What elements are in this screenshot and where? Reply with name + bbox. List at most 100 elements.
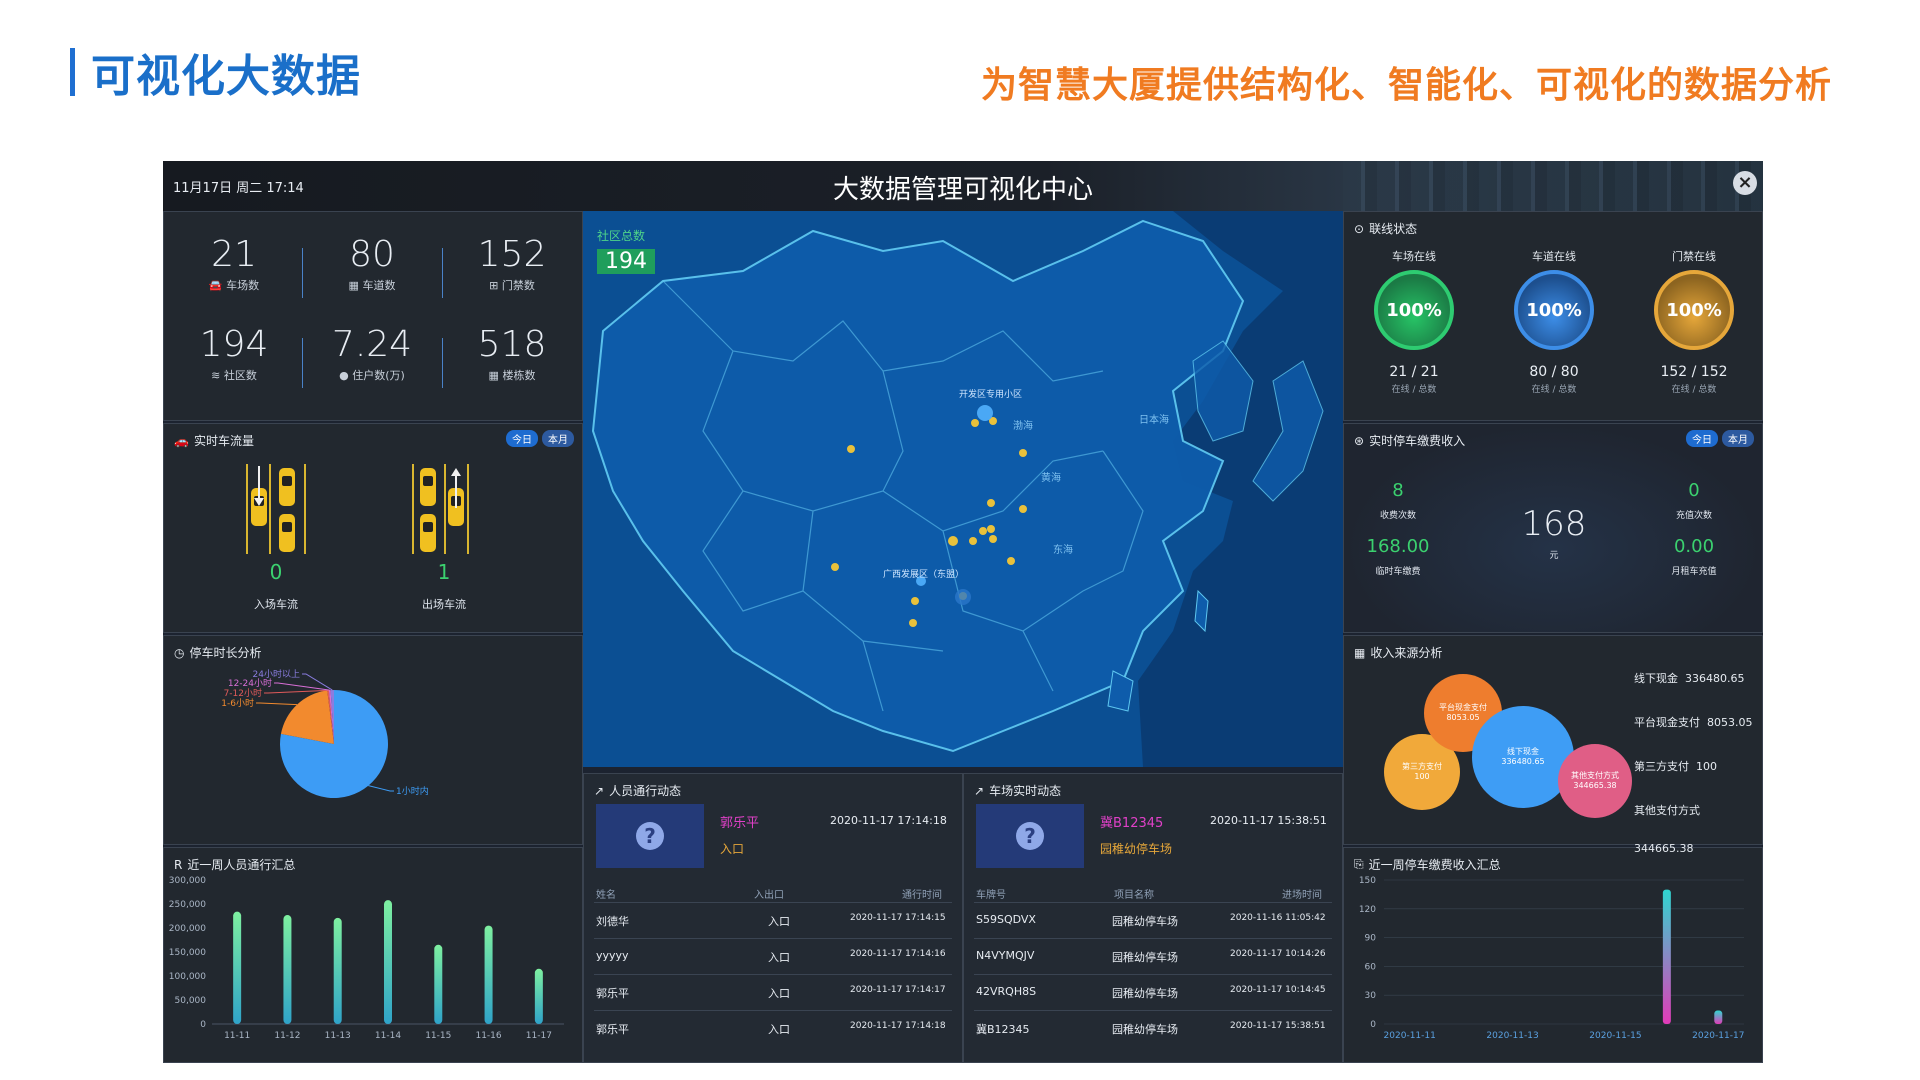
y-tick-label: 100,000 xyxy=(169,972,206,982)
gate-online-gauge: 100% xyxy=(1654,270,1734,350)
online-label: 车道在线 xyxy=(1532,250,1576,263)
column-header: 进场时间 xyxy=(1282,890,1322,901)
latest-plate: 冀B12345 xyxy=(1100,816,1164,831)
table-row[interactable]: 郭乐平 入口 2020-11-17 17:14:18 xyxy=(594,1010,952,1047)
recharge-count-value: 0 xyxy=(1688,480,1700,501)
community-total-badge: 194 xyxy=(597,249,655,274)
column-header: 车牌号 xyxy=(976,890,1006,901)
user-icon: ● xyxy=(339,369,349,382)
x-tick-label: 2020-11-11 xyxy=(1384,1031,1436,1041)
table-row[interactable]: 冀B12345 园稚幼停车场 2020-11-17 15:38:51 xyxy=(974,1010,1332,1047)
sea-label: 渤海 xyxy=(1013,421,1033,432)
bubble-offline-cash: 线下现金 336480.65 xyxy=(1472,706,1574,808)
selected-community-marker[interactable] xyxy=(977,405,993,421)
stat-label: 社区数 xyxy=(223,369,257,382)
bar xyxy=(1714,1010,1723,1024)
lot-online-gauge: 100% xyxy=(1374,270,1454,350)
income-legend-item: 平台现金支付 8053.05 xyxy=(1634,716,1753,729)
trend-icon: ↗ xyxy=(594,783,605,798)
china-map[interactable]: 社区总数 194 开发区专用小区 广西发展区（东盟） 渤海 黄海 东海 日本海 xyxy=(583,211,1343,767)
map-svg xyxy=(583,211,1343,767)
lane-line xyxy=(412,464,414,554)
top-bar: 11月17日 周二 17:14 大数据管理可视化中心 × xyxy=(163,161,1763,211)
panel-title-text: 收入来源分析 xyxy=(1370,646,1443,660)
sea-label: 黄海 xyxy=(1041,473,1061,484)
lane-line xyxy=(269,464,271,554)
table-row[interactable]: 刘德华 入口 2020-11-17 17:14:15 xyxy=(594,902,952,939)
panel-title: 🚗 实时车流量 xyxy=(174,432,254,449)
latest-car-time: 2020-11-17 15:38:51 xyxy=(1210,814,1327,827)
period-tabs: 今日 本月 xyxy=(1686,430,1754,447)
pie-label: 24小时以上 xyxy=(253,668,300,680)
bubble-value: 8053.05 xyxy=(1446,713,1480,722)
dashboard-title: 大数据管理可视化中心 xyxy=(832,175,1093,205)
bar xyxy=(1662,889,1671,1024)
bubble-other-payment: 其他支付方式 344665.38 xyxy=(1558,744,1632,818)
out-flow-value: 1 xyxy=(437,560,451,584)
week-people-bar-chart: 300,000 250,000 200,000 150,000 100,000 50,00… xyxy=(169,876,564,1041)
stat-value: 152 xyxy=(477,234,547,275)
bar xyxy=(233,911,242,1024)
stat-value: 7.24 xyxy=(331,324,413,365)
tab-month[interactable]: 本月 xyxy=(1722,430,1754,447)
dashboard: 11月17日 周二 17:14 大数据管理可视化中心 × 21 🚘 车场数 80… xyxy=(163,161,1763,1063)
pay-count-value: 8 xyxy=(1392,480,1404,501)
car-icon: 🚗 xyxy=(174,433,189,448)
y-tick-label: 50,000 xyxy=(175,996,207,1006)
building-icon: ▦ xyxy=(488,369,499,382)
tab-month[interactable]: 本月 xyxy=(542,430,574,447)
x-tick-label: 11-12 xyxy=(274,1031,300,1041)
divider xyxy=(442,338,443,388)
duration-pie-chart: 1小时内1-6小时7-12小时12-24小时24小时以上 xyxy=(221,668,429,798)
pie-leader-line xyxy=(302,673,333,691)
table-row[interactable]: N4VYMQJV 园稚幼停车场 2020-11-17 10:14:26 xyxy=(974,938,1332,975)
online-label: 车场在线 xyxy=(1392,250,1436,263)
sea-label: 日本海 xyxy=(1139,415,1169,426)
gate-icon: ⊞ xyxy=(489,279,499,292)
bubble-value: 344665.38 xyxy=(1573,781,1617,790)
stat-buildings: 518 ▦ 楼栋数 xyxy=(452,324,572,383)
stat-label: 门禁数 xyxy=(501,279,535,292)
divider xyxy=(302,248,303,298)
pie-leader-line xyxy=(274,682,330,691)
monthly-fee-value: 0.00 xyxy=(1673,536,1715,557)
divider xyxy=(302,338,303,388)
people-dynamic-panel: ↗ 人员通行动态 ? 郭乐平 入口 2020-11-17 17:14:18 姓名 … xyxy=(583,773,963,1063)
traffic-panel: 🚗 实时车流量 今日 本月 0 入场车流 1 出场车流 xyxy=(163,423,583,633)
y-tick-label: 60 xyxy=(1365,962,1377,972)
panel-title: ⊙ 联线状态 xyxy=(1354,220,1417,237)
income-legend-item: 第三方支付 100 xyxy=(1634,760,1717,773)
slide-subtitle: 为智慧大厦提供结构化、智能化、可视化的数据分析 xyxy=(980,65,1832,106)
latest-person-time: 2020-11-17 17:14:18 xyxy=(830,814,947,827)
panel-title-text: 实时停车缴费收入 xyxy=(1369,434,1466,448)
arrow-down-icon xyxy=(254,466,264,506)
bubble-label: 线下现金 xyxy=(1507,747,1539,757)
pie-leader-line xyxy=(256,702,298,706)
slide-title: 可视化大数据 xyxy=(70,46,361,102)
table-row[interactable]: S59SQDVX 园稚幼停车场 2020-11-16 11:05:42 xyxy=(974,902,1332,939)
online-sub: 在线 / 总数 xyxy=(1391,385,1437,395)
x-tick-label: 11-16 xyxy=(475,1031,501,1041)
bubble-label: 第三方支付 xyxy=(1402,762,1442,772)
link-icon: ⊙ xyxy=(1354,221,1365,236)
bar xyxy=(384,900,392,1024)
y-tick-label: 30 xyxy=(1365,991,1377,1001)
table-row[interactable]: yyyyy 入口 2020-11-17 17:14:16 xyxy=(594,938,952,975)
y-tick-label: 150 xyxy=(1359,876,1376,886)
stats-panel: 21 🚘 车场数 80 ▦ 车道数 152 ⊞ 门禁数 194 ≋ 社区数 7.… xyxy=(163,211,583,421)
unknown-user-icon: ? xyxy=(1016,822,1044,850)
tab-today[interactable]: 今日 xyxy=(1686,430,1718,447)
stat-residents: 7.24 ● 住户数(万) xyxy=(312,324,432,383)
lane-online-gauge: 100% xyxy=(1514,270,1594,350)
pay-count-label: 收费次数 xyxy=(1379,511,1416,521)
bubble-label: 平台现金支付 xyxy=(1439,703,1487,713)
car-icon xyxy=(279,514,295,552)
close-icon[interactable]: × xyxy=(1733,171,1757,195)
tab-today[interactable]: 今日 xyxy=(506,430,538,447)
bubble-label: 其他支付方式 xyxy=(1571,771,1619,781)
x-tick-label: 11-11 xyxy=(224,1031,250,1041)
table-row[interactable]: 42VRQH8S 园稚幼停车场 2020-11-17 10:14:45 xyxy=(974,974,1332,1011)
community-marker[interactable] xyxy=(955,589,971,605)
table-row[interactable]: 郭乐平 入口 2020-11-17 17:14:17 xyxy=(594,974,952,1011)
y-tick-label: 200,000 xyxy=(169,924,206,934)
